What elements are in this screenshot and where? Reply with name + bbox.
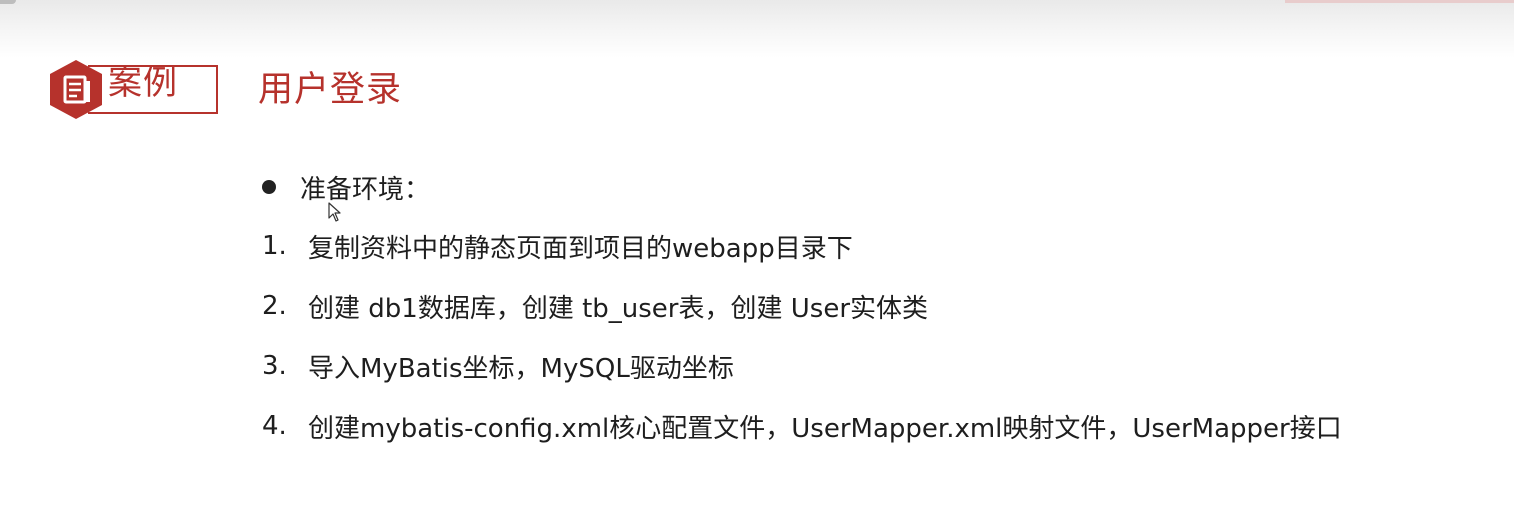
bullet-text: 准备环境： (300, 174, 431, 205)
list-item: 3. 导入MyBatis坐标，MySQL驱动坐标 (262, 348, 1492, 384)
mouse-cursor-icon (328, 202, 341, 222)
top-accent-bar (1285, 0, 1514, 3)
list-item: 4. 创建mybatis-config.xml核心配置文件，UserMapper… (262, 408, 1492, 444)
top-edge-mark (0, 0, 16, 4)
list-item: 1. 复制资料中的静态页面到项目的webapp目录下 (262, 228, 1492, 264)
bullet-item: 准备环境： (262, 170, 431, 205)
step-number: 2. (262, 291, 287, 321)
page-title: 用户登录 (258, 70, 403, 110)
step-text: 创建mybatis-config.xml核心配置文件，UserMapper.xm… (308, 413, 1342, 444)
bullet-dot (262, 180, 276, 194)
steps-list: 1. 复制资料中的静态页面到项目的webapp目录下 2. 创建 db1数据库，… (262, 228, 1492, 468)
badge-label: 案例 (108, 63, 178, 103)
step-number: 3. (262, 351, 287, 381)
step-text: 创建 db1数据库，创建 tb_user表，创建 User实体类 (308, 293, 929, 324)
step-number: 4. (262, 411, 287, 441)
list-item: 2. 创建 db1数据库，创建 tb_user表，创建 User实体类 (262, 288, 1492, 324)
step-text: 复制资料中的静态页面到项目的webapp目录下 (308, 233, 853, 264)
step-number: 1. (262, 231, 287, 261)
top-shade (0, 0, 1514, 58)
case-badge: 案例 (48, 59, 220, 120)
step-text: 导入MyBatis坐标，MySQL驱动坐标 (308, 353, 734, 384)
document-icon (50, 60, 102, 119)
